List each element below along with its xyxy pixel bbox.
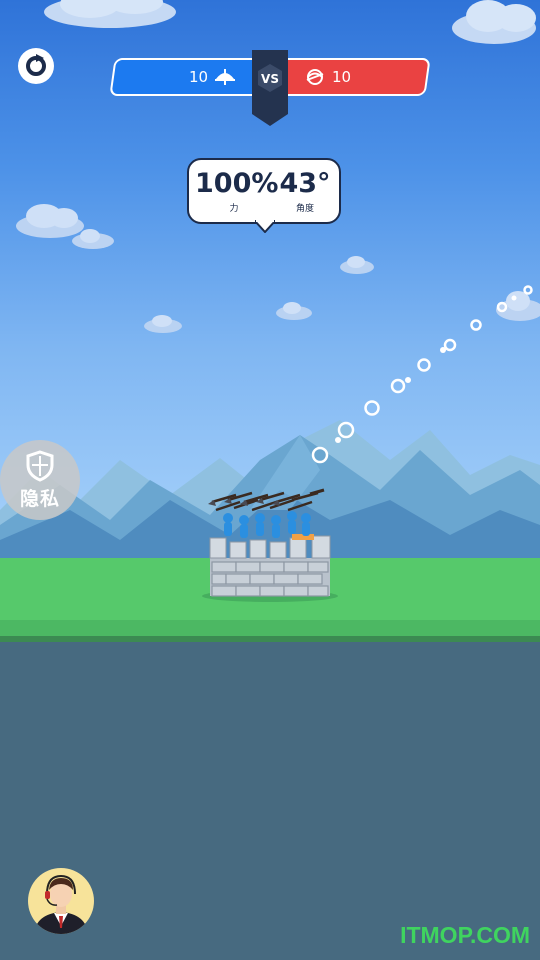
shield-icon: [26, 449, 54, 482]
blue-archer: [223, 513, 233, 536]
trajectory-dot: [496, 301, 508, 313]
watermark: ITMOP.COM: [400, 922, 530, 948]
blue-archer: [239, 515, 249, 538]
trajectory-dot: [470, 319, 482, 331]
blue-archer: [271, 515, 281, 538]
trajectory-dot: [443, 338, 457, 352]
archer-tower: [202, 488, 338, 602]
trajectory-dot: [364, 400, 380, 416]
privacy-label: 隐私: [19, 487, 60, 510]
trajectory-dot: [417, 358, 431, 372]
support-agent-icon: [34, 874, 88, 934]
aim-trajectory: [311, 285, 533, 464]
customer-service-avatar[interactable]: [28, 868, 94, 934]
trajectory-dot: [337, 421, 355, 439]
blue-archer: [301, 513, 311, 536]
blue-archer: [287, 511, 297, 534]
privacy-button[interactable]: 隐私: [0, 440, 80, 520]
trajectory-dot: [523, 285, 533, 295]
blue-archer: [255, 513, 265, 536]
trajectory-dot: [390, 378, 406, 394]
trajectory-dot: [311, 446, 329, 464]
